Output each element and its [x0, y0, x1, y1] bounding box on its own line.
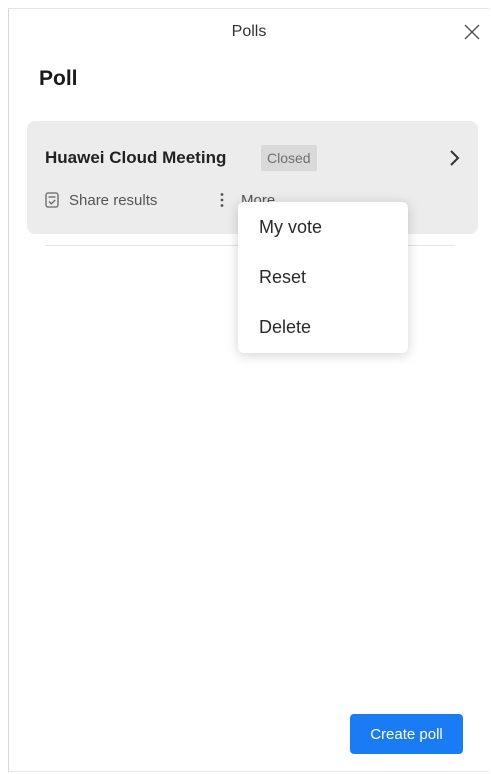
share-results-label: Share results [69, 191, 158, 209]
menu-item-delete[interactable]: Delete [238, 302, 408, 352]
title-bar: Polls [9, 9, 489, 57]
menu-item-reset[interactable]: Reset [238, 252, 408, 302]
menu-item-my-vote[interactable]: My vote [238, 202, 408, 252]
close-icon [464, 24, 480, 40]
share-results-icon [45, 192, 59, 208]
share-results-button[interactable]: Share results [45, 189, 157, 211]
window-title: Polls [231, 23, 267, 40]
section-title: Poll [39, 67, 78, 90]
status-badge: Closed [261, 145, 317, 171]
close-button[interactable] [461, 21, 483, 43]
create-poll-button[interactable]: Create poll [350, 714, 463, 754]
poll-name: Huawei Cloud Meeting [45, 148, 227, 167]
more-dropdown-menu: My vote Reset Delete [238, 202, 408, 353]
more-dots-icon [215, 192, 229, 208]
polls-panel: Polls Poll Huawei Cloud Meeting Closed S… [8, 8, 489, 772]
chevron-right-icon[interactable] [448, 149, 462, 167]
